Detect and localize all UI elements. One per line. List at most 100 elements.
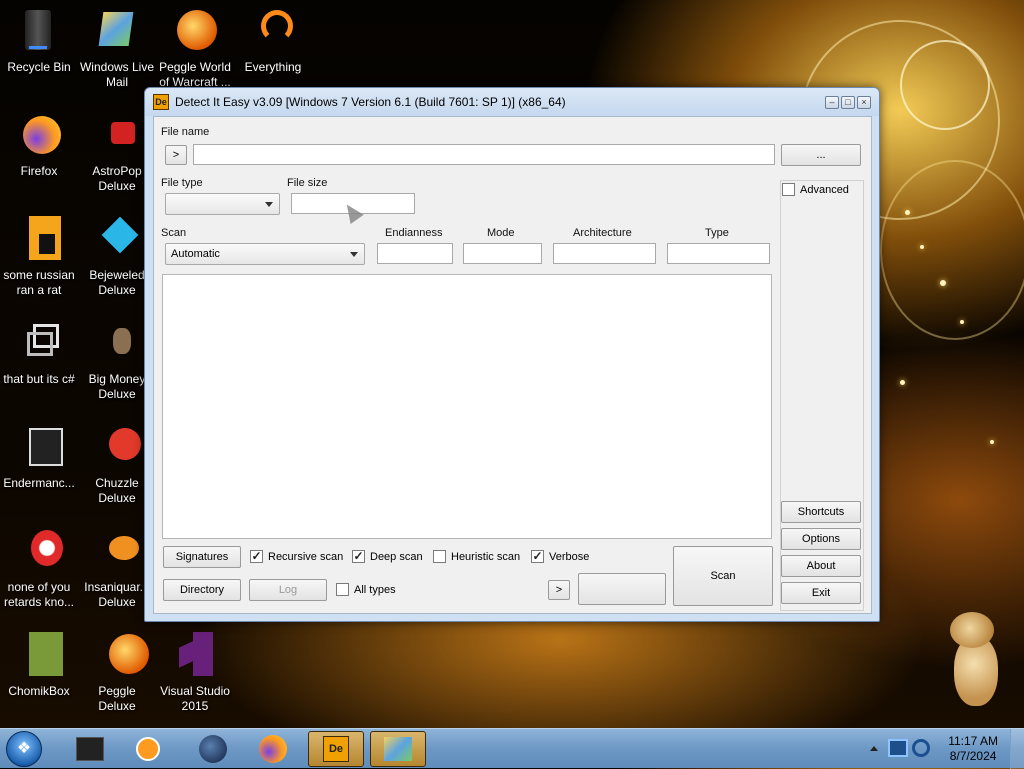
wallpaper-dot: [960, 320, 964, 324]
close-icon[interactable]: ×: [857, 96, 871, 109]
scan-mode-dropdown[interactable]: Automatic: [165, 243, 365, 265]
desktop-icon-firefox[interactable]: Firefox: [1, 112, 77, 179]
options-button[interactable]: Options: [781, 528, 861, 550]
mode-label: Mode: [487, 227, 515, 239]
endianness-label: Endianness: [385, 227, 443, 239]
window-controls: – □ ×: [825, 96, 871, 109]
desktop-icon-chomikbox[interactable]: ChomikBox: [1, 632, 77, 699]
desktop-icon-label: Endermanc...: [3, 476, 75, 490]
file-name-label: File name: [161, 126, 210, 138]
maximize-icon[interactable]: □: [841, 96, 855, 109]
file-size-label: File size: [287, 177, 328, 189]
recycle-bin-icon: [15, 8, 63, 56]
file-type-dropdown[interactable]: [165, 193, 280, 215]
title-bar[interactable]: De Detect It Easy v3.09 [Windows 7 Versi…: [145, 88, 879, 116]
clock[interactable]: 11:17 AM 8/7/2024: [948, 734, 998, 764]
window-title: Detect It Easy v3.09 [Windows 7 Version …: [175, 95, 566, 109]
desktop-icon-label: Firefox: [20, 164, 58, 178]
desktop-icon-label: Everything: [244, 60, 302, 74]
all-types-checkbox[interactable]: All types: [336, 583, 396, 596]
verbose-label: Verbose: [549, 550, 590, 563]
desktop-icon-label: ChomikBox: [8, 684, 70, 698]
taskbar-item-globe[interactable]: [185, 731, 241, 767]
desktop-icon-label: that but its c#: [3, 372, 75, 386]
desktop-icon-russian-rat[interactable]: some russian ran a rat: [1, 216, 77, 298]
heuristic-scan-checkbox[interactable]: Heuristic scan: [433, 550, 520, 563]
recursive-scan-checkbox[interactable]: ✓ Recursive scan: [250, 550, 343, 563]
desktop-icon-csharp[interactable]: that but its c#: [1, 320, 77, 387]
chomikbox-icon: [15, 632, 63, 680]
advanced-label: Advanced: [800, 183, 849, 196]
show-desktop-button[interactable]: [1010, 729, 1024, 769]
next-button[interactable]: >: [548, 580, 570, 600]
exit-button[interactable]: Exit: [781, 582, 861, 604]
terminal-icon: [76, 737, 104, 761]
desktop-icon-visual-studio[interactable]: Visual Studio 2015: [157, 632, 233, 714]
type-field[interactable]: [667, 243, 770, 264]
log-button[interactable]: Log: [249, 579, 327, 601]
scan-results-panel[interactable]: [162, 274, 772, 539]
wallpaper-dot: [990, 440, 994, 444]
about-button[interactable]: About: [781, 555, 861, 577]
architecture-field[interactable]: [553, 243, 656, 264]
directory-button[interactable]: Directory: [163, 579, 241, 601]
mode-field[interactable]: [463, 243, 542, 264]
detect-it-easy-window: De Detect It Easy v3.09 [Windows 7 Versi…: [144, 87, 880, 622]
desktop-icon-windows-live-mail[interactable]: Windows Live Mail: [79, 8, 155, 90]
desktop-icon-label: Peggle World of Warcraft ...: [159, 60, 231, 89]
wallpaper-swirl: [880, 160, 1024, 340]
taskbar-item-firefox[interactable]: [245, 731, 301, 767]
deep-scan-checkbox[interactable]: ✓ Deep scan: [352, 550, 423, 563]
taskbar-item-terminal[interactable]: [62, 731, 118, 767]
advanced-checkbox[interactable]: Advanced: [782, 183, 849, 196]
game-icon: [93, 216, 141, 264]
wallpaper-dot: [905, 210, 910, 215]
desktop-icon-everything[interactable]: Everything: [235, 8, 311, 75]
desktop-icon-label: Recycle Bin: [7, 60, 71, 74]
game-icon: [93, 528, 141, 576]
recursive-scan-label: Recursive scan: [268, 550, 344, 563]
app-icon: [15, 424, 63, 472]
mail-icon: [93, 8, 141, 56]
endianness-field[interactable]: [377, 243, 453, 264]
tray-expand-icon[interactable]: [870, 746, 878, 751]
app-icon: [15, 216, 63, 264]
taskbar-item-media-player[interactable]: [120, 731, 176, 767]
taskbar: ❖ De 11:17 AM 8/7/2024: [0, 728, 1024, 769]
wallpaper-dot: [920, 245, 924, 249]
globe-icon: [199, 735, 227, 763]
wallpaper-swirl: [900, 40, 990, 130]
desktop-icon-none-of-you[interactable]: none of you retards kno...: [1, 528, 77, 610]
file-name-field[interactable]: [193, 144, 775, 165]
taskbar-item-folder-app[interactable]: [370, 731, 426, 767]
folder-app-icon: [384, 737, 412, 761]
type-label: Type: [705, 227, 729, 239]
all-types-label: All types: [354, 583, 396, 596]
system-tray: 11:17 AM 8/7/2024: [864, 729, 1024, 769]
file-type-label: File type: [161, 177, 203, 189]
action-center-icon[interactable]: [912, 739, 930, 757]
shortcuts-button[interactable]: Shortcuts: [781, 501, 861, 523]
desktop-icon-endermanc[interactable]: Endermanc...: [1, 424, 77, 491]
desktop-icon-recycle-bin[interactable]: Recycle Bin: [1, 8, 77, 75]
desktop-icon-peggle-deluxe[interactable]: Peggle Deluxe: [79, 632, 155, 714]
browse-button[interactable]: ...: [781, 144, 861, 166]
checkbox-box: [433, 550, 446, 563]
firefox-icon: [259, 735, 287, 763]
checkbox-box: [782, 183, 795, 196]
scan-button[interactable]: Scan: [673, 546, 773, 606]
progress-field: [578, 573, 666, 605]
minimize-icon[interactable]: –: [825, 96, 839, 109]
checkbox-box: ✓: [250, 549, 263, 563]
verbose-checkbox[interactable]: ✓ Verbose: [531, 550, 589, 563]
architecture-label: Architecture: [573, 227, 632, 239]
go-button[interactable]: >: [165, 145, 187, 165]
network-icon[interactable]: [888, 739, 908, 757]
game-icon: [93, 424, 141, 472]
hamster-image: [944, 612, 1004, 708]
taskbar-item-detect-it-easy[interactable]: De: [308, 731, 364, 767]
desktop-icon-peggle-wow[interactable]: Peggle World of Warcraft ...: [157, 8, 233, 90]
signatures-button[interactable]: Signatures: [163, 546, 241, 568]
window-client-area: File name > ... File type File size Adva…: [153, 116, 872, 614]
start-button[interactable]: ❖: [6, 731, 42, 767]
